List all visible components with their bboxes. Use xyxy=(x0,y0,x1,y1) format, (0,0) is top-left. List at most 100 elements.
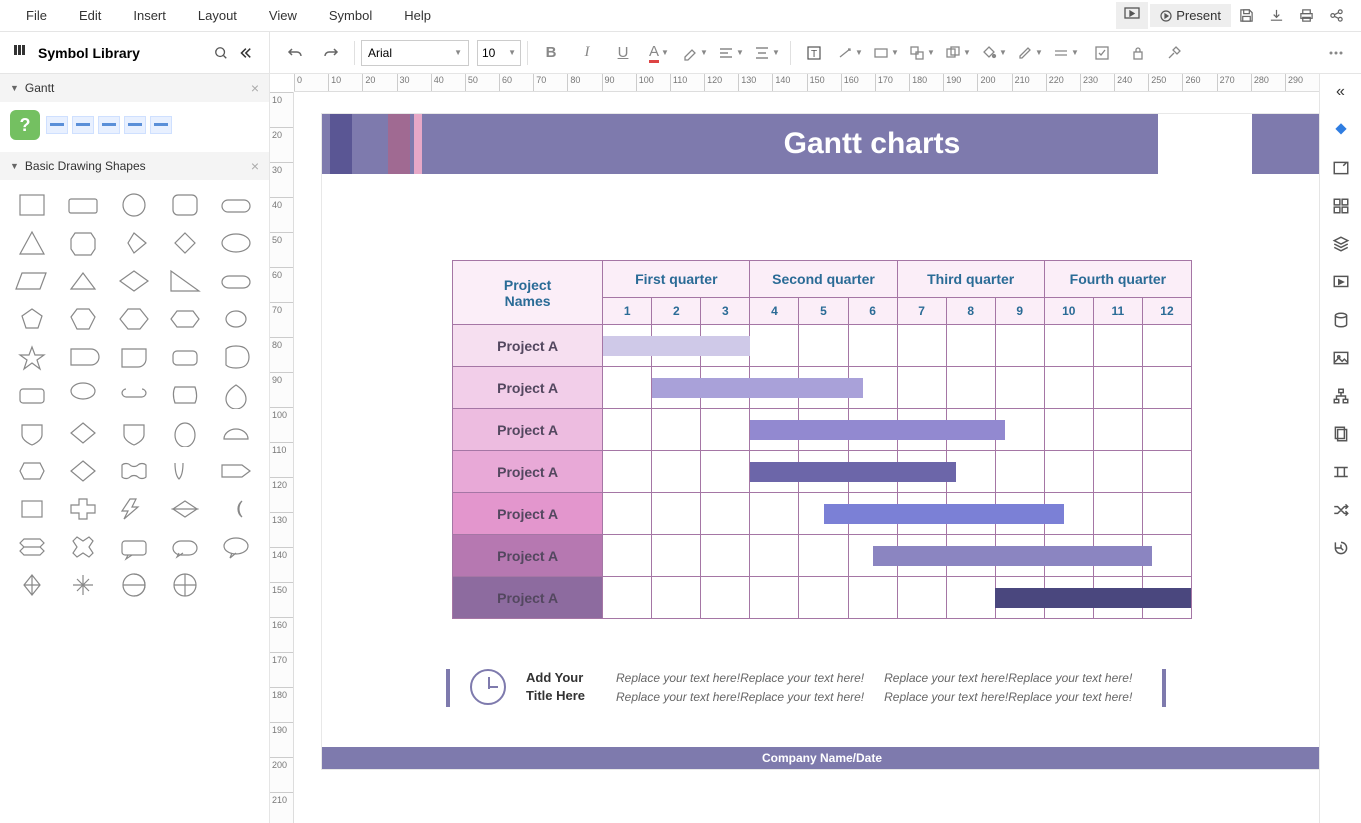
shape-thumb[interactable] xyxy=(12,380,52,410)
gantt-thumb[interactable] xyxy=(46,116,68,134)
gantt-row[interactable]: Project A xyxy=(453,325,1192,367)
export-frame-icon[interactable] xyxy=(1329,156,1353,180)
lock-icon[interactable] xyxy=(1121,36,1155,70)
shape-thumb[interactable] xyxy=(12,304,52,334)
menu-file[interactable]: File xyxy=(10,8,63,23)
shape-thumb[interactable] xyxy=(63,342,103,372)
highlight-icon[interactable]: ▼ xyxy=(678,36,712,70)
shape-thumb[interactable] xyxy=(12,228,52,258)
shape-thumb[interactable] xyxy=(114,228,154,258)
shape-thumb[interactable] xyxy=(63,494,103,524)
page[interactable]: Gantt charts Project Names First quarter… xyxy=(322,114,1319,769)
shape-thumb[interactable] xyxy=(63,228,103,258)
grid-icon[interactable] xyxy=(1329,194,1353,218)
menu-help[interactable]: Help xyxy=(388,8,447,23)
shape-thumb[interactable] xyxy=(63,190,103,220)
shape-thumb[interactable] xyxy=(165,418,205,448)
shape-thumb[interactable] xyxy=(12,418,52,448)
fill-icon[interactable]: ▼ xyxy=(977,36,1011,70)
shape-thumb[interactable] xyxy=(114,266,154,296)
shape-thumb[interactable] xyxy=(12,266,52,296)
menu-edit[interactable]: Edit xyxy=(63,8,117,23)
canvas[interactable]: 0102030405060708090100110120130140150160… xyxy=(270,74,1319,823)
shape-thumb[interactable] xyxy=(12,570,52,600)
group-icon[interactable]: ▼ xyxy=(905,36,939,70)
shape-thumb[interactable] xyxy=(114,570,154,600)
shape-thumb[interactable] xyxy=(114,380,154,410)
help-icon[interactable]: ? xyxy=(10,110,40,140)
print-icon[interactable] xyxy=(1291,2,1321,30)
valign-icon[interactable]: ▼ xyxy=(750,36,784,70)
shape-thumb[interactable] xyxy=(63,456,103,486)
gantt-row[interactable]: Project A xyxy=(453,367,1192,409)
gantt-table[interactable]: Project Names First quarter Second quart… xyxy=(452,260,1192,619)
line-style-icon[interactable]: ▼ xyxy=(1049,36,1083,70)
menu-view[interactable]: View xyxy=(253,8,313,23)
close-icon[interactable]: × xyxy=(251,80,259,96)
shape-thumb[interactable] xyxy=(12,494,52,524)
bold-icon[interactable]: B xyxy=(534,36,568,70)
shape-thumb[interactable] xyxy=(12,456,52,486)
font-select[interactable]: Arial▼ xyxy=(361,40,469,66)
shape-thumb[interactable] xyxy=(216,380,256,410)
present-mode-icon[interactable] xyxy=(1116,2,1148,29)
shape-thumb[interactable] xyxy=(165,266,205,296)
presentation-icon[interactable] xyxy=(1329,270,1353,294)
history-icon[interactable] xyxy=(1329,536,1353,560)
gantt-thumb[interactable] xyxy=(72,116,94,134)
shape-thumb[interactable] xyxy=(216,456,256,486)
shape-thumb[interactable] xyxy=(216,190,256,220)
shape-thumb[interactable] xyxy=(216,228,256,258)
expand-panel-icon[interactable]: « xyxy=(1329,80,1353,104)
shape-thumb[interactable] xyxy=(216,494,256,524)
redo-icon[interactable] xyxy=(314,36,348,70)
gantt-row[interactable]: Project A xyxy=(453,577,1192,619)
italic-icon[interactable]: I xyxy=(570,36,604,70)
shape-thumb[interactable] xyxy=(165,342,205,372)
download-icon[interactable] xyxy=(1261,2,1291,30)
shape-thumb[interactable] xyxy=(165,532,205,562)
shape-thumb[interactable] xyxy=(12,342,52,372)
close-icon[interactable]: × xyxy=(251,158,259,174)
shape-thumb[interactable] xyxy=(114,494,154,524)
gantt-thumb[interactable] xyxy=(124,116,146,134)
undo-icon[interactable] xyxy=(278,36,312,70)
shape-thumb[interactable] xyxy=(216,266,256,296)
more-icon[interactable] xyxy=(1319,36,1353,70)
layers-icon[interactable]: ▼ xyxy=(941,36,975,70)
hierarchy-icon[interactable] xyxy=(1329,384,1353,408)
menu-insert[interactable]: Insert xyxy=(117,8,182,23)
shape-thumb[interactable] xyxy=(12,190,52,220)
gantt-row[interactable]: Project A xyxy=(453,535,1192,577)
search-icon[interactable] xyxy=(209,39,233,67)
gantt-thumb[interactable] xyxy=(150,116,172,134)
shape-thumb[interactable] xyxy=(114,532,154,562)
data-icon[interactable] xyxy=(1329,308,1353,332)
font-size-select[interactable]: 10▼ xyxy=(477,40,521,66)
shape-thumb[interactable] xyxy=(114,456,154,486)
section-shapes[interactable]: ▼Basic Drawing Shapes× xyxy=(0,152,269,180)
shape-thumb[interactable] xyxy=(114,342,154,372)
shape-thumb[interactable] xyxy=(114,418,154,448)
checkbox-icon[interactable] xyxy=(1085,36,1119,70)
theme-icon[interactable] xyxy=(1329,118,1353,142)
image-icon[interactable] xyxy=(1329,346,1353,370)
shape-thumb[interactable] xyxy=(165,304,205,334)
layers-panel-icon[interactable] xyxy=(1329,232,1353,256)
shape-thumb[interactable] xyxy=(165,570,205,600)
save-icon[interactable] xyxy=(1231,2,1261,30)
gantt-row[interactable]: Project A xyxy=(453,493,1192,535)
collapse-sidebar-icon[interactable] xyxy=(233,39,257,67)
shape-rect-icon[interactable]: ▼ xyxy=(869,36,903,70)
line-color-icon[interactable]: ▼ xyxy=(1013,36,1047,70)
shape-thumb[interactable] xyxy=(63,304,103,334)
present-button[interactable]: Present xyxy=(1150,4,1231,27)
shape-thumb[interactable] xyxy=(63,266,103,296)
shape-thumb[interactable] xyxy=(114,304,154,334)
menu-layout[interactable]: Layout xyxy=(182,8,253,23)
section-gantt[interactable]: ▼Gantt× xyxy=(0,74,269,102)
shape-thumb[interactable] xyxy=(216,304,256,334)
shape-thumb[interactable] xyxy=(216,342,256,372)
align-icon[interactable]: ▼ xyxy=(714,36,748,70)
shape-thumb[interactable] xyxy=(63,570,103,600)
